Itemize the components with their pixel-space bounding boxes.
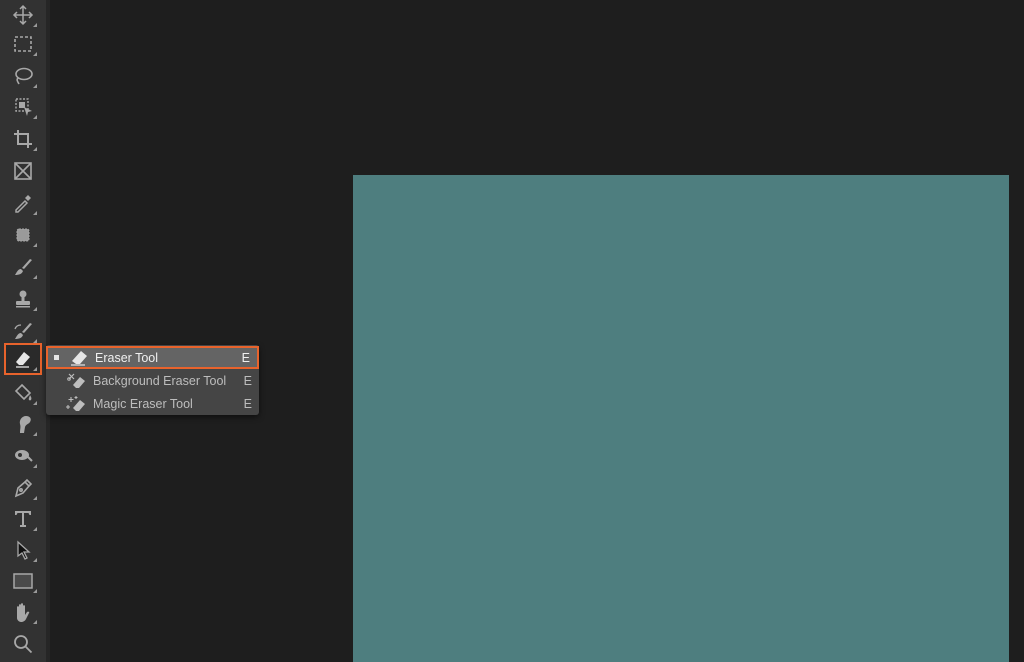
eraser-icon: [71, 350, 87, 366]
history-brush-icon: [14, 323, 32, 339]
eyedropper-icon: [15, 195, 31, 213]
submenu-indicator: [33, 275, 37, 279]
move-icon: [12, 4, 34, 26]
dodge-icon: [15, 450, 33, 462]
submenu-indicator: [33, 23, 37, 27]
submenu-indicator: [33, 589, 37, 593]
magic-eraser-icon: [66, 395, 85, 411]
submenu-indicator: [33, 115, 37, 119]
marquee-icon: [14, 36, 32, 52]
tool-frame[interactable]: [6, 157, 40, 185]
crop-icon: [14, 130, 32, 148]
stamp-icon: [16, 290, 30, 308]
submenu-indicator: [33, 527, 37, 531]
submenu-indicator: [33, 432, 37, 436]
submenu-indicator: [33, 367, 37, 371]
tool-zoom[interactable]: [6, 630, 40, 658]
eraser-icon: [16, 352, 30, 368]
submenu-indicator: [33, 496, 37, 500]
shortcut-key: E: [243, 396, 252, 411]
tool-spot-healing[interactable]: [6, 221, 40, 249]
tool-smudge[interactable]: [6, 410, 40, 438]
tool-pen[interactable]: [6, 474, 40, 502]
menu-item-magic-eraser-tool[interactable]: Magic Eraser Tool E: [46, 392, 259, 415]
submenu-indicator: [33, 401, 37, 405]
submenu-indicator: [33, 620, 37, 624]
submenu-indicator: [33, 307, 37, 311]
selected-bullet: [54, 355, 59, 360]
submenu-indicator: [33, 464, 37, 468]
tool-dodge[interactable]: [6, 442, 40, 470]
lasso-icon: [15, 67, 33, 85]
menu-item-label: Background Eraser Tool: [93, 373, 227, 388]
menu-item-eraser-tool[interactable]: Eraser Tool E: [46, 346, 259, 369]
shortcut-key: E: [241, 350, 250, 365]
tool-crop[interactable]: [6, 125, 40, 153]
healing-icon: [16, 228, 30, 242]
type-icon: [15, 511, 31, 527]
smudge-icon: [19, 416, 31, 433]
hand-icon: [17, 603, 30, 622]
tool-move[interactable]: [6, 1, 40, 29]
tool-paint-bucket[interactable]: [6, 379, 40, 407]
tool-object-selection[interactable]: [6, 93, 40, 121]
tool-marquee[interactable]: [6, 30, 40, 58]
paint-bucket-icon: [14, 383, 32, 401]
submenu-indicator: [33, 243, 37, 247]
tool-hand[interactable]: [6, 598, 40, 626]
submenu-indicator: [33, 147, 37, 151]
menu-item-background-eraser-tool[interactable]: Background Eraser Tool E: [46, 369, 259, 392]
brush-icon: [15, 259, 32, 275]
path-selection-icon: [17, 540, 31, 560]
menu-item-label: Magic Eraser Tool: [93, 396, 193, 411]
submenu-indicator: [33, 84, 37, 88]
submenu-indicator: [33, 558, 37, 562]
tool-rectangle[interactable]: [6, 567, 40, 595]
frame-icon: [14, 162, 32, 180]
rectangle-icon: [13, 573, 33, 589]
tool-brush[interactable]: [6, 253, 40, 281]
background-eraser-icon: [67, 373, 85, 388]
eraser-tools-flyout-menu: Eraser Tool E Background Eraser Tool E M…: [46, 345, 259, 415]
tool-eraser[interactable]: [4, 343, 42, 375]
tool-eyedropper[interactable]: [6, 189, 40, 217]
zoom-icon: [14, 635, 33, 654]
tool-history-brush[interactable]: [6, 317, 40, 345]
submenu-indicator: [33, 211, 37, 215]
document-canvas[interactable]: [353, 175, 1009, 662]
tool-type[interactable]: [6, 505, 40, 533]
tool-clone-stamp[interactable]: [6, 285, 40, 313]
submenu-indicator: [33, 52, 37, 56]
tool-path-selection[interactable]: [6, 536, 40, 564]
menu-item-label: Eraser Tool: [95, 350, 158, 365]
shortcut-key: E: [243, 373, 252, 388]
object-selection-icon: [15, 98, 32, 116]
pen-icon: [14, 478, 33, 498]
tool-lasso[interactable]: [6, 62, 40, 90]
tools-panel: [0, 0, 50, 662]
